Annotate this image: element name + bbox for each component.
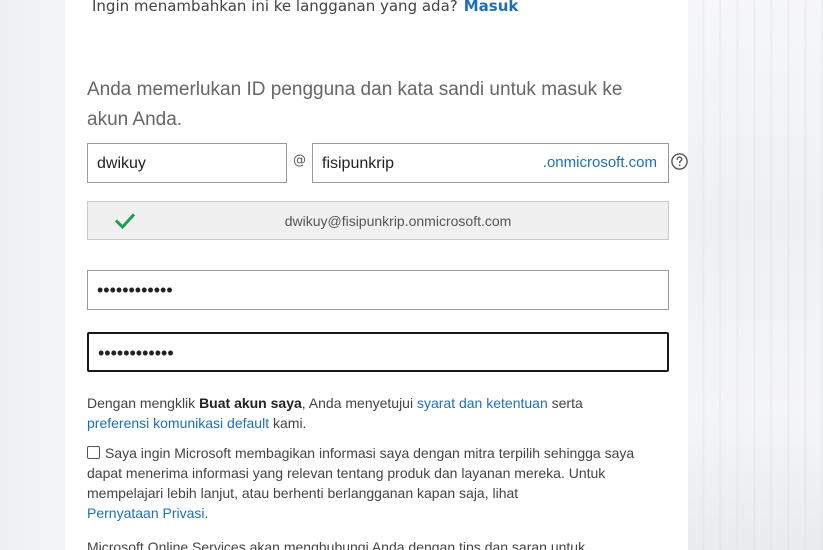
- partner-consent-text: Saya ingin Microsoft membagikan informas…: [87, 445, 635, 501]
- partner-consent: Saya ingin Microsoft membagikan informas…: [87, 443, 672, 523]
- confirm-password-input[interactable]: ••••••••••••: [87, 332, 669, 372]
- terms-middle: , Anda menyetujui: [301, 395, 417, 411]
- sign-in-link[interactable]: Masuk: [464, 0, 519, 15]
- username-value: dwikuy: [97, 155, 146, 172]
- communication-preferences-link[interactable]: preferensi komunikasi default: [87, 415, 269, 431]
- background-image: [688, 0, 823, 550]
- footer-text: Microsoft Online Services akan menghubun…: [87, 539, 586, 550]
- existing-subscription-line: Ingin menambahkan ini ke langganan yang …: [92, 0, 518, 15]
- domain-value: fisipunkrip: [322, 155, 395, 172]
- full-user-id: dwikuy@fisipunkrip.onmicrosoft.com: [284, 213, 512, 229]
- at-symbol: @: [293, 153, 306, 168]
- password-value: ••••••••••••: [97, 280, 173, 300]
- password-input[interactable]: ••••••••••••: [87, 270, 669, 310]
- domain-suffix: .onmicrosoft.com: [542, 154, 657, 171]
- terms-prefix: Dengan mengklik: [87, 395, 200, 411]
- privacy-statement-link[interactable]: Pernyataan Privasi: [87, 505, 205, 521]
- existing-subscription-prompt: Ingin menambahkan ini ke langganan yang …: [92, 0, 458, 15]
- username-input[interactable]: dwikuy: [87, 143, 287, 183]
- terms-suffix: kami.: [269, 415, 307, 431]
- confirm-password-value: ••••••••••••: [98, 343, 174, 363]
- terms-and: serta: [547, 395, 583, 411]
- intro-text: Anda memerlukan ID pengguna dan kata san…: [87, 79, 623, 130]
- terms-text: Dengan mengklik Buat akun saya, Anda men…: [87, 393, 672, 433]
- help-icon[interactable]: [671, 153, 688, 170]
- partner-consent-checkbox[interactable]: [87, 446, 100, 459]
- terms-link[interactable]: syarat dan ketentuan: [417, 395, 548, 411]
- username-availability-bar: dwikuy@fisipunkrip.onmicrosoft.com: [87, 201, 669, 240]
- domain-input[interactable]: fisipunkrip .onmicrosoft.com: [312, 143, 669, 183]
- consent-end: .: [204, 505, 209, 521]
- terms-button-name: Buat akun saya: [199, 395, 302, 411]
